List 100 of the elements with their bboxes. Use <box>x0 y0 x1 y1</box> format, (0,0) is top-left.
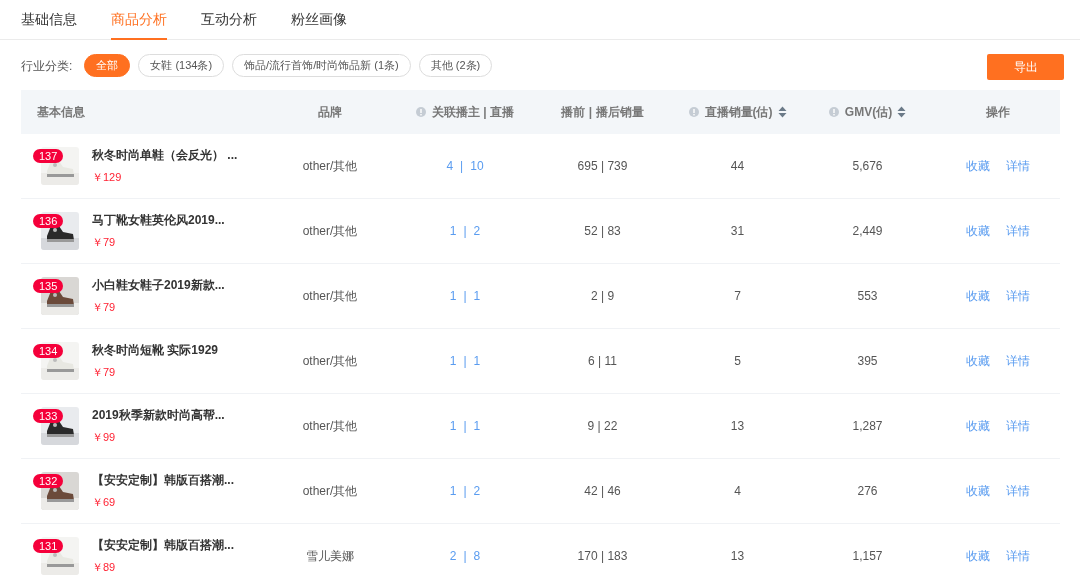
sales-cell-text: 695 | 739 <box>576 158 629 175</box>
rank-badge: 133 <box>33 409 64 424</box>
action-link[interactable]: 详情 <box>1005 287 1030 305</box>
gmv-cell-text: 276 <box>856 483 879 500</box>
rank-badge: 137 <box>33 149 64 164</box>
sales-cell-text: 52 | 83 <box>583 223 622 240</box>
live-sales-cell-text: 4 <box>733 483 742 500</box>
filter-chip[interactable]: 饰品/流行首饰/时尚饰品新 (1条) <box>232 54 411 77</box>
product-title: 小白鞋女鞋子2019新款... <box>92 277 225 295</box>
action-link[interactable]: 收藏 <box>965 417 990 435</box>
action-link[interactable]: 详情 <box>1005 482 1030 500</box>
product-price: ￥129 <box>92 170 123 186</box>
live-count-link[interactable]: 8 <box>473 549 481 563</box>
action-link[interactable]: 收藏 <box>965 287 990 305</box>
product-price: ￥79 <box>92 365 117 381</box>
sort-icon[interactable] <box>777 106 787 118</box>
column-header: 品牌 <box>318 104 342 121</box>
live-sales-cell-text: 31 <box>729 223 746 240</box>
rank-badge: 136 <box>33 214 64 229</box>
anchor-count-link[interactable]: 1 <box>449 419 457 433</box>
live-sales-cell-text: 7 <box>733 288 742 305</box>
tab[interactable]: 互动分析 <box>201 0 257 40</box>
column-header: 播前 | 播后销量 <box>561 104 644 121</box>
live-count-link[interactable]: 1 <box>473 419 481 433</box>
tab[interactable]: 商品分析 <box>111 0 167 40</box>
separator: | <box>463 289 467 303</box>
action-link[interactable]: 收藏 <box>965 222 990 240</box>
sales-cell-text: 2 | 9 <box>589 288 616 305</box>
anchor-count-link[interactable]: 1 <box>449 224 457 238</box>
sales-cell-text: 170 | 183 <box>576 548 629 565</box>
separator: | <box>463 354 467 368</box>
action-link[interactable]: 详情 <box>1005 157 1030 175</box>
gmv-cell-text: 395 <box>856 353 879 370</box>
export-button[interactable]: 导出 <box>987 54 1064 80</box>
product-price: ￥69 <box>92 495 117 511</box>
product-price: ￥99 <box>92 430 117 446</box>
filter-chip[interactable]: 女鞋 (134条) <box>138 54 225 77</box>
tab[interactable]: 粉丝画像 <box>291 0 347 40</box>
action-link[interactable]: 收藏 <box>965 352 990 370</box>
column-header: 关联播主 | 直播 <box>432 104 514 121</box>
action-link[interactable]: 收藏 <box>965 482 990 500</box>
separator: | <box>463 484 467 498</box>
filter-label: 行业分类: <box>21 57 73 75</box>
action-link[interactable]: 详情 <box>1005 352 1030 370</box>
action-link[interactable]: 收藏 <box>965 157 990 175</box>
action-link[interactable]: 详情 <box>1005 417 1030 435</box>
live-sales-cell-text: 13 <box>729 418 746 435</box>
brand-cell-text: 雪儿美娜 <box>305 548 355 565</box>
gmv-cell-text: 553 <box>856 288 879 305</box>
product-title: 秋冬时尚单鞋（会反光） ... <box>92 147 238 165</box>
sort-icon[interactable] <box>897 106 907 118</box>
filter-chip[interactable]: 全部 <box>84 54 131 77</box>
separator: | <box>463 549 467 563</box>
product-title: 2019秋季新款时尚高帮... <box>92 407 225 425</box>
product-price: ￥79 <box>92 300 117 316</box>
live-count-link[interactable]: 1 <box>473 289 481 303</box>
brand-cell-text: other/其他 <box>301 223 359 240</box>
action-link[interactable]: 收藏 <box>965 547 990 565</box>
gmv-cell-text: 5,676 <box>851 158 884 175</box>
anchor-count-link[interactable]: 2 <box>449 549 457 563</box>
brand-cell-text: other/其他 <box>301 288 359 305</box>
live-sales-cell-text: 44 <box>729 158 746 175</box>
live-count-link[interactable]: 2 <box>473 484 481 498</box>
gmv-cell-text: 1,157 <box>851 548 884 565</box>
action-link[interactable]: 详情 <box>1005 547 1030 565</box>
anchor-count-link[interactable]: 1 <box>449 289 457 303</box>
live-sales-cell-text: 13 <box>729 548 746 565</box>
rank-badge: 135 <box>33 279 64 294</box>
product-title: 【安安定制】韩版百搭潮... <box>92 472 234 490</box>
column-header: 直播销量(估) <box>704 104 773 121</box>
anchor-count-link[interactable]: 4 <box>446 159 454 173</box>
brand-cell-text: other/其他 <box>301 418 359 435</box>
brand-cell-text: other/其他 <box>301 483 359 500</box>
brand-cell-text: other/其他 <box>301 353 359 370</box>
product-title: 马丁靴女鞋英伦风2019... <box>92 212 225 230</box>
info-icon <box>688 107 699 117</box>
sales-cell-text: 6 | 11 <box>587 353 618 370</box>
live-count-link[interactable]: 2 <box>473 224 481 238</box>
column-header: 基本信息 <box>37 104 85 121</box>
anchor-count-link[interactable]: 1 <box>449 484 457 498</box>
column-header: 操作 <box>985 104 1010 121</box>
separator: | <box>463 224 467 238</box>
rank-badge: 131 <box>33 539 64 554</box>
column-header: GMV(估) <box>844 104 893 121</box>
separator: | <box>463 419 467 433</box>
gmv-cell-text: 1,287 <box>851 418 884 435</box>
live-count-link[interactable]: 10 <box>470 159 484 173</box>
live-count-link[interactable]: 1 <box>473 354 481 368</box>
filter-chip[interactable]: 其他 (2条) <box>418 54 493 77</box>
sales-cell-text: 42 | 46 <box>583 483 622 500</box>
product-price: ￥79 <box>92 235 117 251</box>
action-link[interactable]: 详情 <box>1005 222 1030 240</box>
tab[interactable]: 基础信息 <box>21 0 77 40</box>
info-icon <box>828 107 839 117</box>
anchor-count-link[interactable]: 1 <box>449 354 457 368</box>
product-title: 【安安定制】韩版百搭潮... <box>92 537 234 555</box>
sales-cell-text: 9 | 22 <box>586 418 619 435</box>
product-title: 秋冬时尚短靴 实际1929 <box>92 342 219 360</box>
product-price: ￥89 <box>92 560 117 576</box>
gmv-cell-text: 2,449 <box>851 223 884 240</box>
